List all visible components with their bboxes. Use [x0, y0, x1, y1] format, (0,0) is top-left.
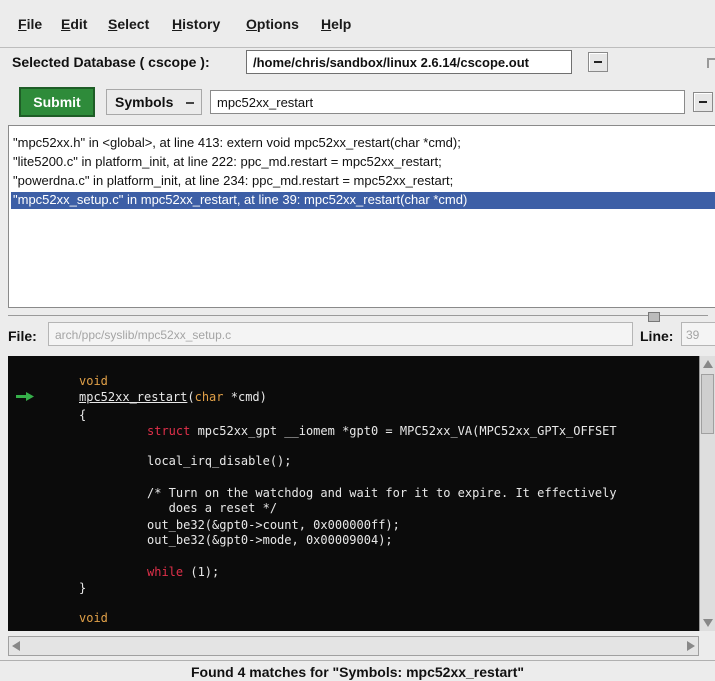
splitter-handle[interactable] [648, 312, 660, 322]
code-line: local_irq_disable(); [147, 454, 292, 468]
line-number-field: 39 [681, 322, 715, 346]
code-vertical-scrollbar[interactable] [699, 356, 715, 631]
code-line: out_be32(&gpt0->count, 0x000000ff); [147, 518, 400, 532]
submit-button[interactable]: Submit [19, 87, 95, 117]
dropdown-icon [594, 61, 602, 63]
menu-edit[interactable]: Edit [61, 16, 87, 32]
result-item[interactable]: "powerdna.c" in platform_init, at line 2… [11, 173, 715, 190]
code-view[interactable]: void mpc52xx_restart(char *cmd) { struct… [8, 356, 699, 631]
result-item[interactable]: "mpc52xx.h" in <global>, at line 413: ex… [11, 135, 715, 152]
code-line: does a reset */ [147, 501, 278, 515]
menu-file[interactable]: File [18, 16, 42, 32]
code-line: { [79, 408, 87, 422]
scrollbar-thumb[interactable] [701, 374, 714, 434]
window-edge-decoration [707, 58, 715, 68]
search-type-label: Symbols [115, 94, 174, 110]
scroll-left-icon[interactable] [12, 641, 20, 651]
result-item-selected[interactable]: "mpc52xx_setup.c" in mpc52xx_restart, at… [11, 192, 715, 209]
pane-splitter[interactable] [0, 312, 715, 322]
search-input[interactable]: mpc52xx_restart [210, 90, 685, 114]
code-line: while (1); [147, 565, 220, 579]
scroll-up-icon[interactable] [703, 360, 713, 368]
dropdown-icon [699, 101, 707, 103]
menu-options[interactable]: Options [246, 16, 299, 32]
menu-bar: File Edit Select History Options Help [0, 0, 715, 48]
code-horizontal-scrollbar[interactable] [8, 636, 699, 656]
code-line: out_be32(&gpt0->mode, 0x00009004); [147, 533, 393, 547]
dropdown-icon [186, 102, 194, 104]
code-line: struct mpc52xx_gpt __iomem *gpt0 = MPC52… [147, 424, 617, 438]
scroll-right-icon[interactable] [687, 641, 695, 651]
code-line: void [79, 374, 108, 388]
menu-select[interactable]: Select [108, 16, 149, 32]
query-history-dropdown-button[interactable] [693, 92, 713, 112]
search-type-selector[interactable]: Symbols [106, 89, 202, 115]
code-line: mpc52xx_restart(char *cmd) [79, 390, 267, 404]
file-path-field: arch/ppc/syslib/mpc52xx_setup.c [48, 322, 633, 346]
status-bar: Found 4 matches for "Symbols: mpc52xx_re… [0, 660, 715, 681]
green-arrow-icon [16, 392, 34, 401]
menu-help[interactable]: Help [321, 16, 351, 32]
code-line: void [79, 611, 108, 625]
database-dropdown-button[interactable] [588, 52, 608, 72]
splitter-line [8, 315, 708, 316]
scroll-down-icon[interactable] [703, 619, 713, 627]
menu-history[interactable]: History [172, 16, 220, 32]
file-label: File: [8, 328, 37, 344]
code-line: /* Turn on the watchdog and wait for it … [147, 486, 617, 500]
database-label: Selected Database ( cscope ): [12, 54, 210, 70]
database-field[interactable]: /home/chris/sandbox/linux 2.6.14/cscope.… [246, 50, 572, 74]
line-label: Line: [640, 328, 674, 344]
results-list[interactable]: "mpc52xx.h" in <global>, at line 413: ex… [8, 125, 715, 308]
code-line: } [79, 581, 87, 595]
result-item[interactable]: "lite5200.c" in platform_init, at line 2… [11, 154, 715, 171]
